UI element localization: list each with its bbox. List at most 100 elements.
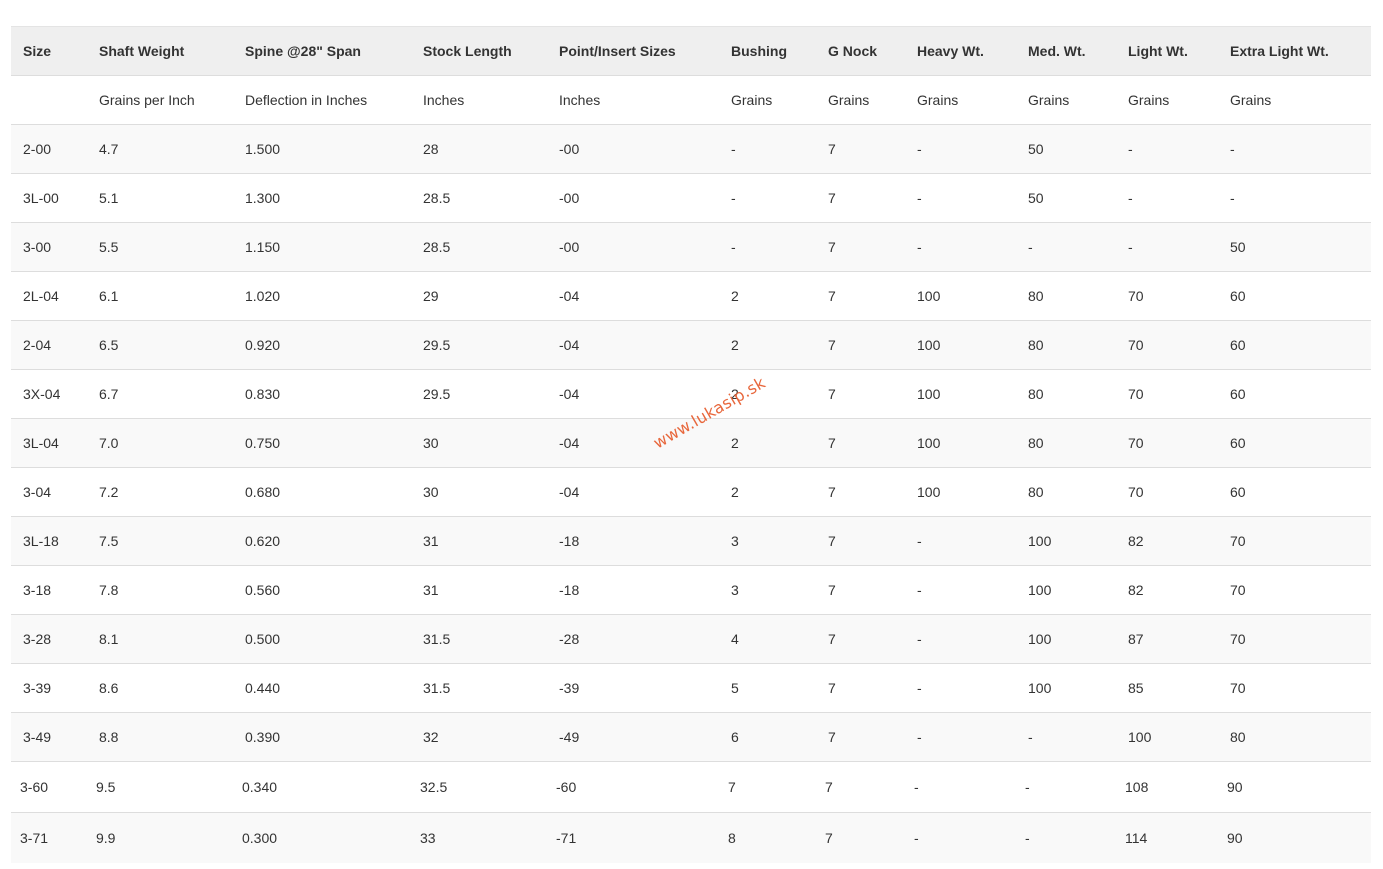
table-cell: 82	[1116, 516, 1218, 566]
table-cell: -	[1218, 124, 1371, 174]
table-cell: 100	[905, 467, 1016, 517]
table-cell: 7	[816, 173, 905, 223]
table-cell: -04	[547, 369, 719, 419]
table-cell: 7.8	[87, 565, 233, 615]
table-cell: 28	[411, 124, 547, 174]
table-cell: 50	[1218, 222, 1371, 272]
column-header: G Nock	[816, 26, 905, 76]
table-cell: -	[905, 614, 1016, 664]
column-header: Bushing	[719, 26, 816, 76]
table-cell: 7.0	[87, 418, 233, 468]
column-unit: Grains	[816, 75, 905, 125]
column-unit: Grains	[1016, 75, 1116, 125]
table-cell: -	[719, 173, 816, 223]
table-cell: 32.5	[411, 761, 547, 813]
table-cell: 70	[1218, 614, 1371, 664]
table-cell: 100	[905, 418, 1016, 468]
table-cell: 5	[719, 663, 816, 713]
table-cell: -	[719, 124, 816, 174]
column-unit: Inches	[411, 75, 547, 125]
table-cell: 60	[1218, 467, 1371, 517]
table-row: 3-49 8.8 0.390 32 -49 6 7- -100 80	[11, 712, 1371, 762]
table-cell: -	[905, 516, 1016, 566]
table-cell: 7.2	[87, 467, 233, 517]
table-cell: 7	[816, 271, 905, 321]
table-cell: 3-49	[11, 712, 87, 762]
table-cell: 8.1	[87, 614, 233, 664]
header-row: Size Shaft Weight Spine @28" Span Stock Len…	[11, 26, 1371, 76]
table-cell: 7	[816, 812, 905, 863]
table-cell: 2	[719, 418, 816, 468]
table-cell: 0.300	[233, 812, 411, 863]
table-cell: 6	[719, 712, 816, 762]
table-cell: -	[905, 761, 1016, 813]
table-cell: 9.9	[87, 812, 233, 863]
table-cell: -00	[547, 124, 719, 174]
table-cell: -18	[547, 516, 719, 566]
table-cell: 80	[1016, 467, 1116, 517]
table-cell: 6.1	[87, 271, 233, 321]
table-cell: 3	[719, 516, 816, 566]
table-cell: 60	[1218, 418, 1371, 468]
table-cell: 2	[719, 320, 816, 370]
table-cell: 7	[816, 222, 905, 272]
table-cell: 85	[1116, 663, 1218, 713]
table-cell: -	[905, 124, 1016, 174]
table-cell: 80	[1016, 418, 1116, 468]
table-cell: 6.5	[87, 320, 233, 370]
table-cell: 7	[816, 124, 905, 174]
table-cell: -	[905, 565, 1016, 615]
table-cell: -	[905, 712, 1016, 762]
table-cell: 31.5	[411, 663, 547, 713]
table-row: 3-04 7.2 0.680 30 -04 2 7 100 80 70 60	[11, 467, 1371, 517]
table-cell: 4.7	[87, 124, 233, 174]
table-cell: -04	[547, 467, 719, 517]
table-cell: 2	[719, 271, 816, 321]
table-cell: 7	[816, 369, 905, 419]
table-row: 2-04 6.5 0.920 29.5 -04 2 7 100 80 70 60	[11, 320, 1371, 370]
table-cell: -39	[547, 663, 719, 713]
table-cell: -04	[547, 320, 719, 370]
table-row: 3L-04 7.0 0.750 30 -04 2 7 100 80 70 60	[11, 418, 1371, 468]
table-cell: 82	[1116, 565, 1218, 615]
table-cell: 70	[1218, 516, 1371, 566]
table-row: 3L-00 5.1 1.300 28.5 -00-7-50- -	[11, 173, 1371, 223]
table-cell: 2	[719, 467, 816, 517]
column-header: Extra Light Wt.	[1218, 26, 1371, 76]
table-cell: 100	[1016, 614, 1116, 664]
table-row: 3-39 8.6 0.440 31.5 -39 5 7-100 85 70	[11, 663, 1371, 713]
table-cell: 7	[719, 761, 816, 813]
table-cell: 80	[1218, 712, 1371, 762]
table-row: 3-71 9.9 0.300 33 -71 8 7- -114 90	[11, 812, 1371, 863]
table-cell: 0.750	[233, 418, 411, 468]
table-cell: 5.1	[87, 173, 233, 223]
table-cell: -	[905, 222, 1016, 272]
table-cell: 100	[905, 320, 1016, 370]
table-cell: 3-00	[11, 222, 87, 272]
table-cell: 1.500	[233, 124, 411, 174]
table-cell: -	[905, 812, 1016, 863]
column-unit: Deflection in Inches	[233, 75, 411, 125]
table-cell: -	[905, 663, 1016, 713]
table-cell: 3X-04	[11, 369, 87, 419]
table-cell: -	[1116, 222, 1218, 272]
table-cell: 30	[411, 467, 547, 517]
table-cell: 1.300	[233, 173, 411, 223]
table-cell: 3-04	[11, 467, 87, 517]
table-cell: 9.5	[87, 761, 233, 813]
table-cell: 3-28	[11, 614, 87, 664]
table-cell: 8.6	[87, 663, 233, 713]
table-cell: -71	[547, 812, 719, 863]
table-cell: 2-00	[11, 124, 87, 174]
table-cell: 80	[1016, 271, 1116, 321]
table-cell: 0.560	[233, 565, 411, 615]
column-unit: Inches	[547, 75, 719, 125]
table-cell: 3-60	[11, 761, 87, 813]
table-cell: 87	[1116, 614, 1218, 664]
table-cell: -	[1016, 222, 1116, 272]
table-cell: 100	[1116, 712, 1218, 762]
table-cell: 6.7	[87, 369, 233, 419]
column-header: Spine @28" Span	[233, 26, 411, 76]
table-cell: -04	[547, 271, 719, 321]
table-cell: 2L-04	[11, 271, 87, 321]
